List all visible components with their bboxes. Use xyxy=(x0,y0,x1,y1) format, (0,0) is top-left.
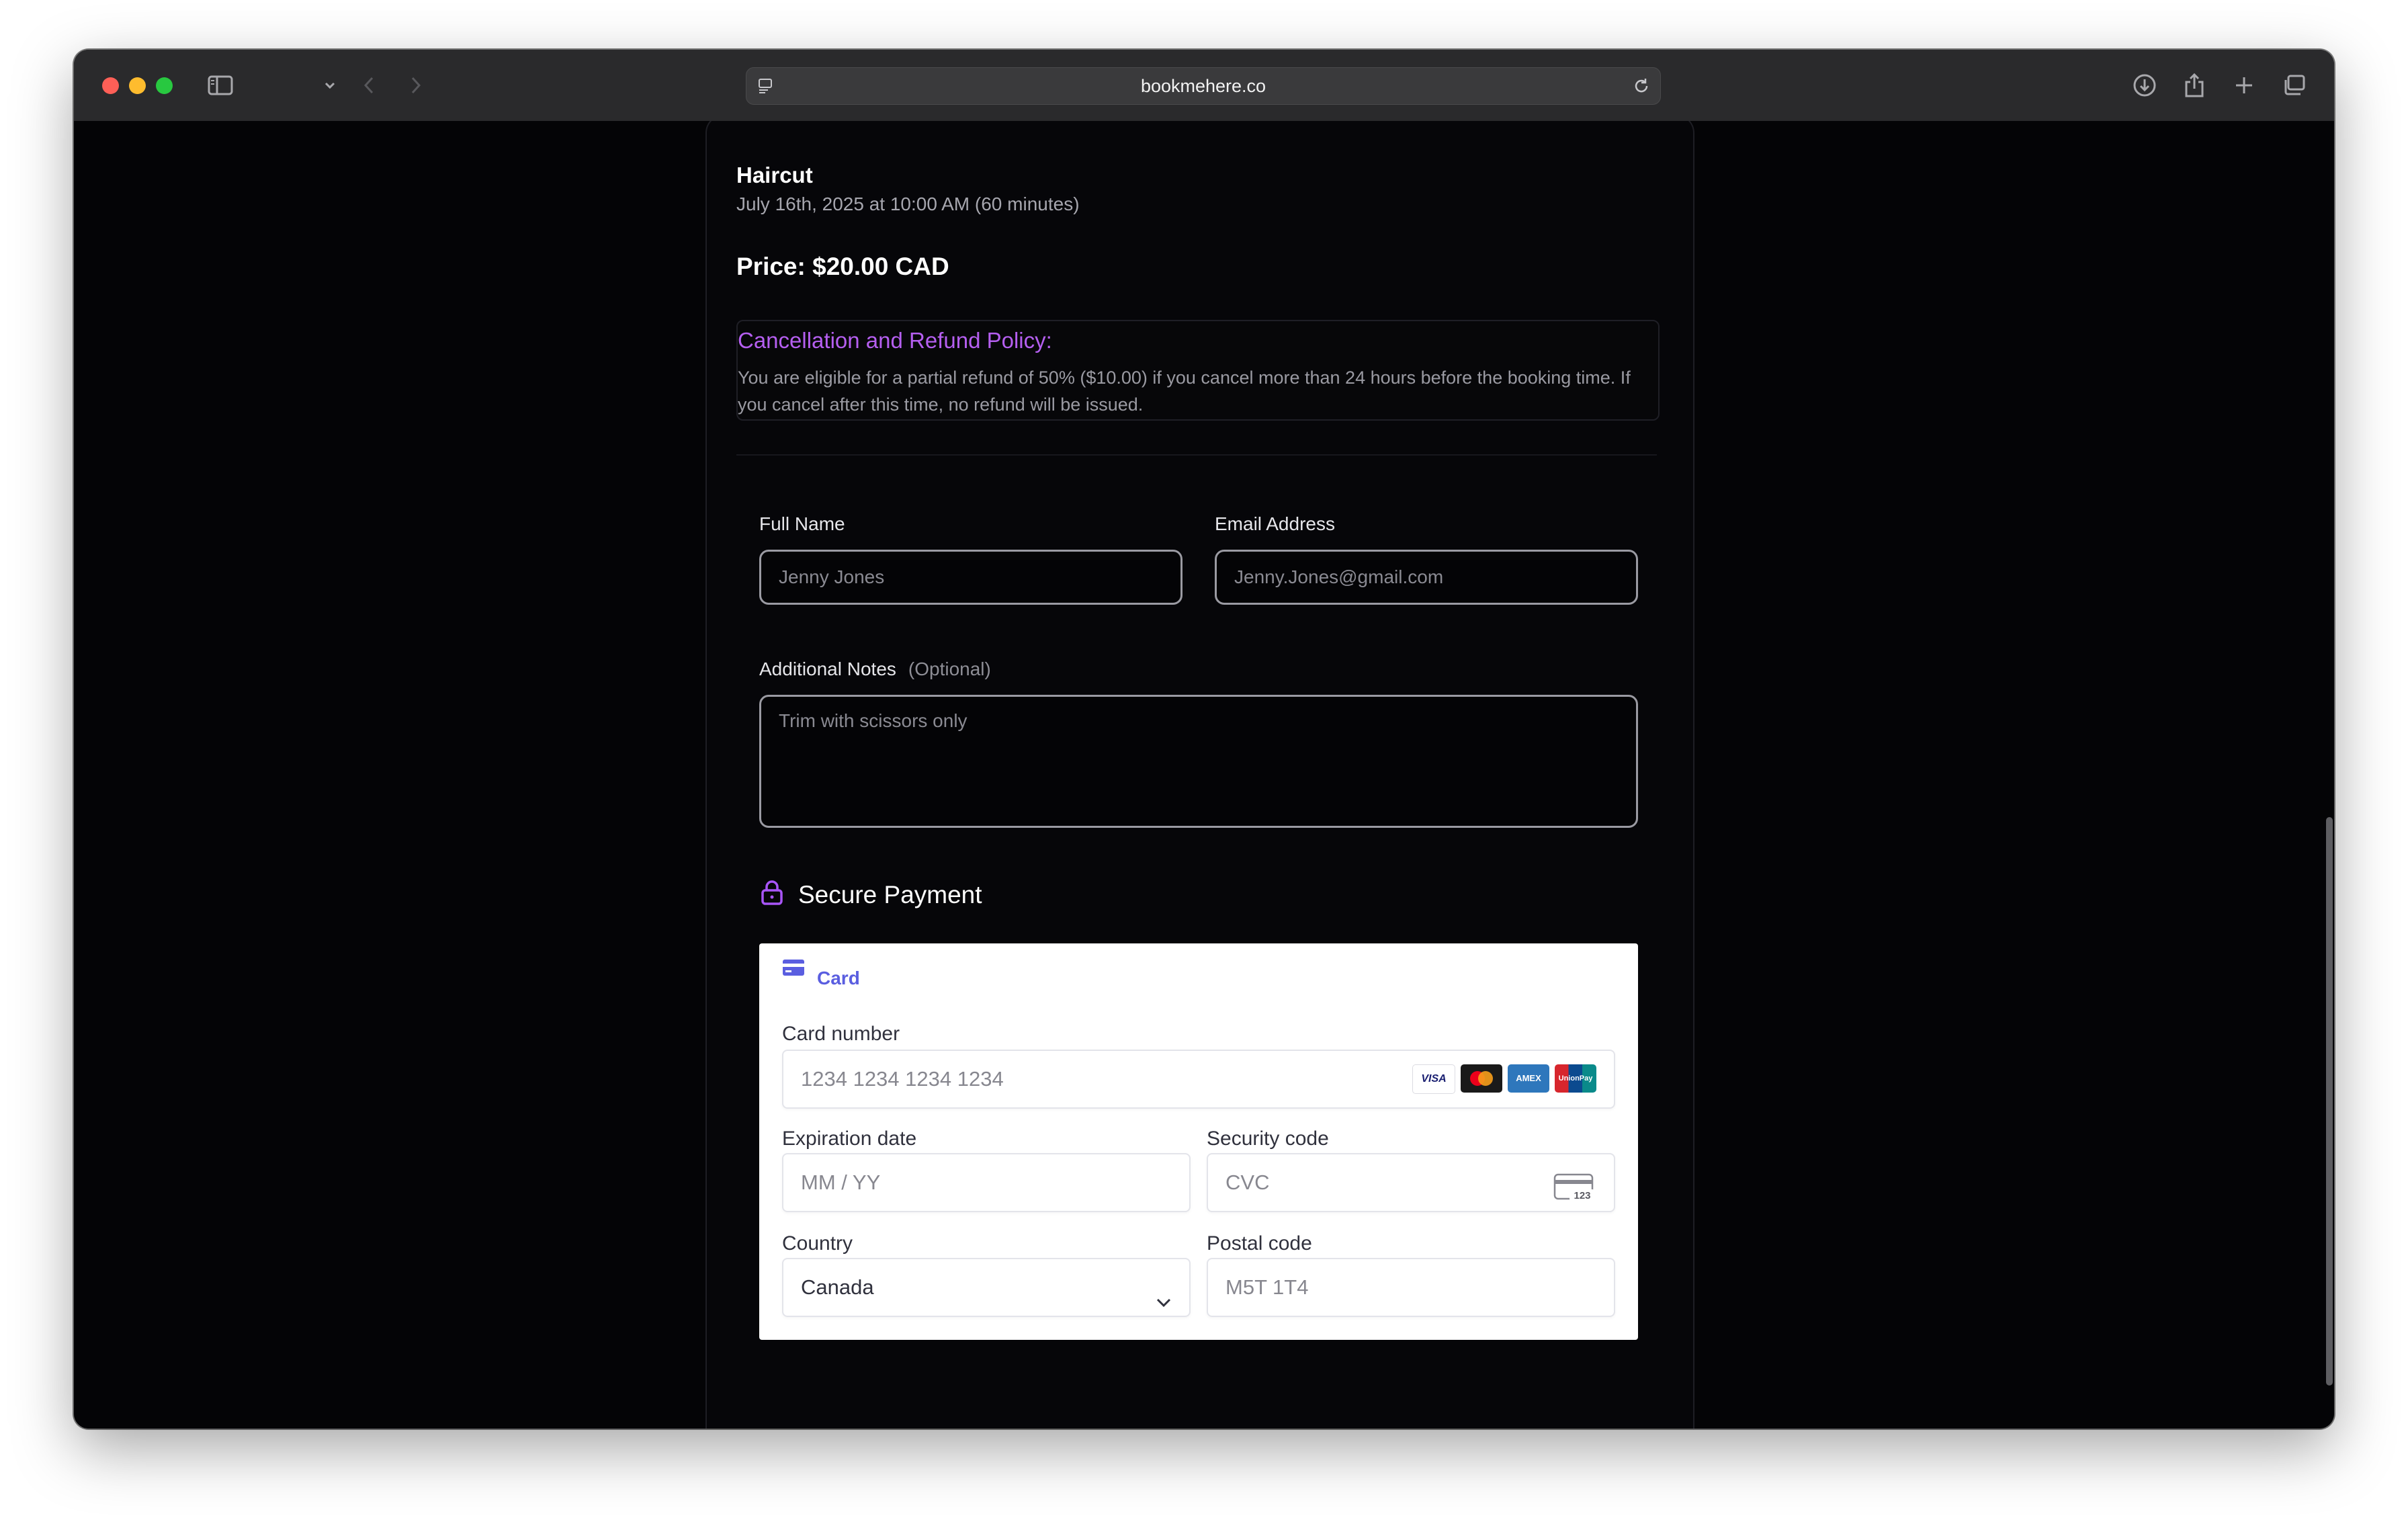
refund-policy-box: Cancellation and Refund Policy: You are … xyxy=(736,320,1660,421)
secure-payment-title: Secure Payment xyxy=(798,880,982,908)
lock-icon xyxy=(761,880,783,909)
service-title: Haircut xyxy=(736,163,813,187)
mastercard-icon xyxy=(1461,1064,1502,1093)
page-scrollbar[interactable] xyxy=(2326,817,2333,1386)
email-label: Email Address xyxy=(1215,513,1335,534)
minimize-window-button[interactable] xyxy=(129,77,146,94)
cvc-icon-text: 123 xyxy=(1574,1190,1590,1201)
close-window-button[interactable] xyxy=(102,77,119,94)
page-content: Haircut July 16th, 2025 at 10:00 AM (60 … xyxy=(74,121,2334,1429)
forward-icon[interactable] xyxy=(406,70,426,101)
refund-policy-text: You are eligible for a partial refund of… xyxy=(738,368,1631,415)
new-tab-icon[interactable] xyxy=(2229,70,2259,101)
visa-icon: VISA xyxy=(1412,1064,1455,1094)
security-code-placeholder: CVC xyxy=(1226,1171,1270,1194)
security-code-input[interactable]: CVC 123 xyxy=(1207,1153,1615,1212)
notes-textarea[interactable]: Trim with scissors only xyxy=(759,695,1638,828)
refund-policy-title: Cancellation and Refund Policy: xyxy=(738,328,1052,353)
expiration-input[interactable]: MM / YY xyxy=(782,1153,1191,1212)
cvc-card-icon: 123 xyxy=(1553,1168,1596,1224)
card-payment-tab[interactable]: Card xyxy=(782,960,860,989)
credit-card-icon xyxy=(782,958,805,980)
card-tab-label: Card xyxy=(817,968,860,988)
amex-icon: AMEX xyxy=(1508,1064,1549,1093)
secure-payment-heading: Secure Payment xyxy=(761,880,982,909)
sidebar-toggle-icon[interactable] xyxy=(206,70,235,101)
notes-label-text: Additional Notes xyxy=(759,659,896,679)
notes-optional-text: (Optional) xyxy=(908,659,991,679)
booking-price: Price: $20.00 CAD xyxy=(736,253,949,280)
country-select[interactable]: Canada xyxy=(782,1258,1191,1317)
browser-window: bookmehere.co Haircut July 16th, 2025 at… xyxy=(74,50,2334,1429)
card-number-label: Card number xyxy=(782,1023,900,1045)
expiration-label: Expiration date xyxy=(782,1128,917,1150)
full-name-input[interactable]: Jenny Jones xyxy=(759,550,1182,605)
downloads-icon[interactable] xyxy=(2130,70,2159,101)
email-input[interactable]: Jenny.Jones@gmail.com xyxy=(1215,550,1638,605)
url-text: bookmehere.co xyxy=(1140,76,1266,96)
notes-label: Additional Notes (Optional) xyxy=(759,659,991,680)
country-value: Canada xyxy=(801,1275,874,1299)
full-name-label: Full Name xyxy=(759,513,845,534)
address-bar[interactable]: bookmehere.co xyxy=(746,67,1661,105)
section-divider xyxy=(736,454,1657,456)
zoom-window-button[interactable] xyxy=(156,77,173,94)
country-label: Country xyxy=(782,1232,853,1255)
card-number-placeholder: 1234 1234 1234 1234 xyxy=(801,1067,1004,1091)
stripe-payment-element: Card Card number 1234 1234 1234 1234 VIS… xyxy=(759,943,1638,1340)
back-icon[interactable] xyxy=(359,70,379,101)
security-code-label: Security code xyxy=(1207,1128,1329,1150)
chevron-down-icon[interactable] xyxy=(320,70,340,101)
unionpay-icon: UnionPay xyxy=(1555,1064,1596,1093)
browser-toolbar: bookmehere.co xyxy=(74,50,2334,122)
chevron-down-icon xyxy=(1154,1277,1173,1333)
booking-datetime: July 16th, 2025 at 10:00 AM (60 minutes) xyxy=(736,194,1080,214)
reload-icon[interactable] xyxy=(1632,77,1651,99)
postal-code-input[interactable]: M5T 1T4 xyxy=(1207,1258,1615,1317)
tab-overview-icon[interactable] xyxy=(2279,70,2309,101)
postal-code-label: Postal code xyxy=(1207,1232,1312,1255)
card-brand-logos: VISA AMEX UnionPay xyxy=(1412,1064,1596,1094)
share-icon[interactable] xyxy=(2180,70,2209,101)
card-number-input[interactable]: 1234 1234 1234 1234 VISA AMEX UnionPay xyxy=(782,1050,1615,1109)
